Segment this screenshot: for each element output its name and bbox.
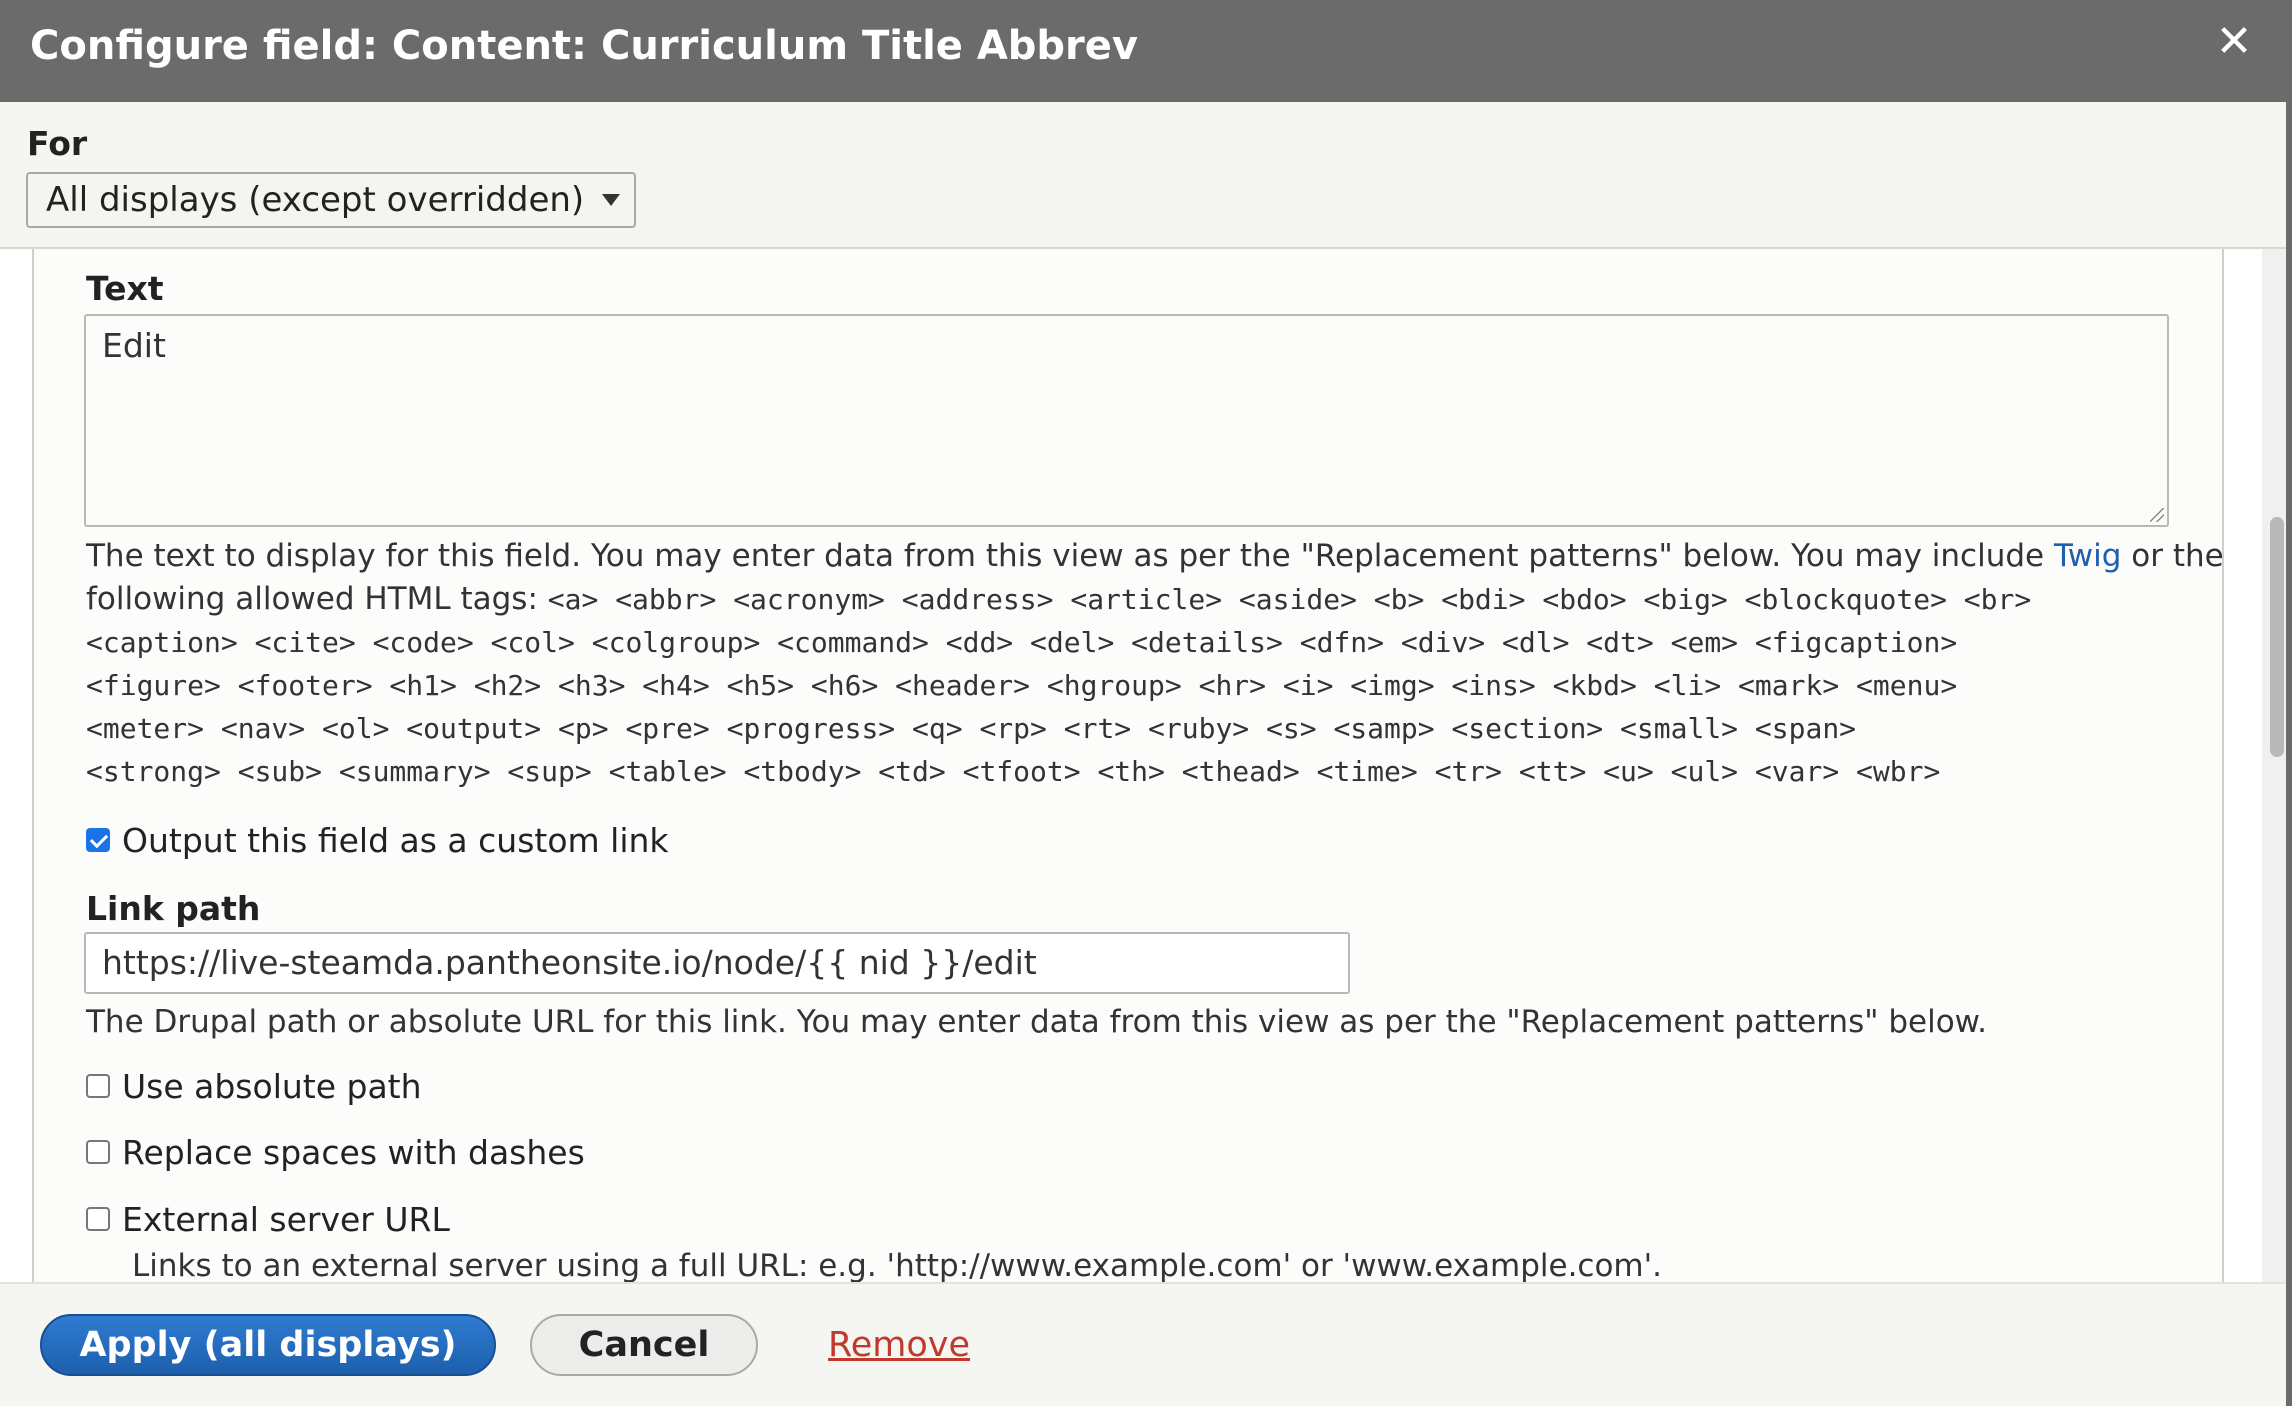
twig-link[interactable]: Twig xyxy=(2054,538,2121,574)
close-icon[interactable]: ✕ xyxy=(2206,14,2262,70)
external-url-description: Links to an external server using a full… xyxy=(132,1248,1663,1282)
text-description: The text to display for this field. You … xyxy=(86,535,2224,793)
description-prefix: The text to display for this field. You … xyxy=(86,538,2054,574)
dialog-titlebar: Configure field: Content: Curriculum Tit… xyxy=(0,0,2292,102)
text-label: Text xyxy=(86,269,164,308)
dialog-content: Text Edit The text to display for this f… xyxy=(0,249,2292,1282)
link-path-value: https://live-steamda.pantheonsite.io/nod… xyxy=(102,943,1037,982)
for-label: For xyxy=(27,124,88,163)
link-path-input[interactable]: https://live-steamda.pantheonsite.io/nod… xyxy=(84,932,1350,994)
allowed-tags-line: <figure> <footer> <h1> <h2> <h3> <h4> <h… xyxy=(86,669,1958,702)
description-suffix: or the xyxy=(2121,538,2224,574)
custom-link-checkbox[interactable] xyxy=(86,828,110,852)
dialog-title: Configure field: Content: Curriculum Tit… xyxy=(30,23,1138,69)
allowed-tags-line: <strong> <sub> <summary> <sup> <table> <… xyxy=(86,755,1941,788)
allowed-tags-intro: following allowed HTML tags: xyxy=(86,581,548,617)
chevron-down-icon xyxy=(602,194,620,206)
external-url-checkbox[interactable] xyxy=(86,1207,110,1231)
apply-button[interactable]: Apply (all displays) xyxy=(40,1314,496,1376)
absolute-path-checkbox[interactable] xyxy=(86,1074,110,1098)
remove-link[interactable]: Remove xyxy=(828,1314,970,1376)
external-url-label[interactable]: External server URL xyxy=(122,1200,450,1240)
resize-grip-icon[interactable] xyxy=(2150,508,2164,522)
dialog-footer: Apply (all displays) Cancel Remove xyxy=(0,1282,2292,1406)
text-textarea[interactable]: Edit xyxy=(84,314,2169,527)
scrollbar-thumb[interactable] xyxy=(2270,517,2284,757)
text-textarea-value: Edit xyxy=(102,326,166,365)
link-path-description: The Drupal path or absolute URL for this… xyxy=(86,1004,1988,1040)
replace-spaces-checkbox[interactable] xyxy=(86,1140,110,1164)
cancel-button[interactable]: Cancel xyxy=(530,1314,758,1376)
window-edge xyxy=(2286,0,2292,1406)
description-line-2: following allowed HTML tags: <a> <abbr> … xyxy=(86,578,2186,621)
absolute-path-label[interactable]: Use absolute path xyxy=(122,1067,422,1107)
description-line-1: The text to display for this field. You … xyxy=(86,535,2224,578)
link-path-label: Link path xyxy=(86,889,261,928)
display-select-value: All displays (except overridden) xyxy=(46,180,585,220)
replace-spaces-label[interactable]: Replace spaces with dashes xyxy=(122,1133,585,1173)
allowed-tags-line: <caption> <cite> <code> <col> <colgroup>… xyxy=(86,626,1958,659)
custom-link-label[interactable]: Output this field as a custom link xyxy=(122,821,669,861)
configure-field-dialog: Configure field: Content: Curriculum Tit… xyxy=(0,0,2292,1406)
rewrite-fieldset: Text Edit The text to display for this f… xyxy=(32,249,2224,1282)
display-select[interactable]: All displays (except overridden) xyxy=(26,172,636,228)
allowed-tags-line: <meter> <nav> <ol> <output> <p> <pre> <p… xyxy=(86,712,1857,745)
allowed-tags-line: <a> <abbr> <acronym> <address> <article>… xyxy=(547,583,2032,616)
for-section: For All displays (except overridden) xyxy=(0,102,2292,249)
